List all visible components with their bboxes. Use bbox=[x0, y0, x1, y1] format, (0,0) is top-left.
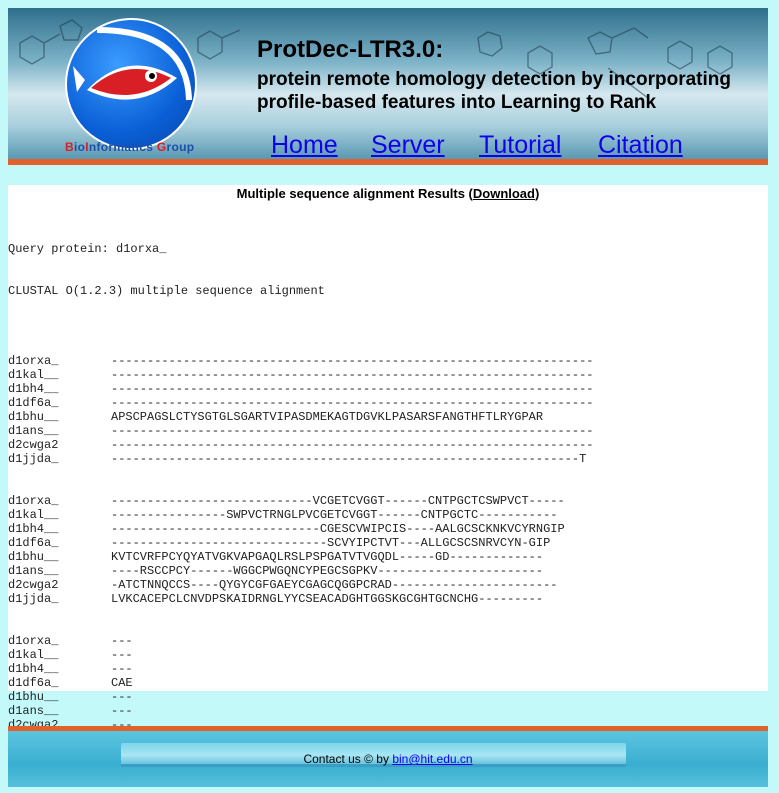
sequence-name: d1kal__ bbox=[8, 648, 59, 662]
query-protein-line: Query protein: d1orxa_ bbox=[8, 242, 167, 256]
sequence-name: d1kal__ bbox=[8, 368, 59, 382]
sequence-name: d1ans__ bbox=[8, 704, 59, 718]
sequence-residues: ----------------SWPVCTRNGLPVCGETCVGGT---… bbox=[111, 508, 558, 522]
sequence-name: d2cwga2 bbox=[8, 578, 59, 592]
sequence-residues: ----------------------------------------… bbox=[111, 382, 594, 396]
nav-tutorial-link[interactable]: Tutorial bbox=[479, 131, 561, 160]
nav-citation-link[interactable]: Citation bbox=[598, 131, 683, 160]
footer: Contact us © by bin@hit.edu.cn bbox=[8, 731, 768, 787]
sequence-residues: --- bbox=[111, 648, 133, 662]
sequence-residues: ----------------------------------------… bbox=[111, 396, 594, 410]
page-subtitle: protein remote homology detection by inc… bbox=[257, 68, 767, 114]
sequence-residues: ----------------------------------------… bbox=[111, 368, 594, 382]
alignment-row: d1kal__ ---------------------------------… bbox=[8, 368, 593, 382]
contact-email-link[interactable]: bin@hit.edu.cn bbox=[392, 752, 472, 766]
sequence-residues: ----------------------------------------… bbox=[111, 354, 594, 368]
alignment-row: d1orxa_ ----------------------------VCGET… bbox=[8, 494, 593, 508]
sequence-residues: CAE bbox=[111, 676, 133, 690]
results-panel: Multiple sequence alignment Results (Dow… bbox=[8, 185, 768, 746]
subtitle-line-1: protein remote homology detection by inc… bbox=[257, 69, 731, 90]
header-accent-bar bbox=[8, 159, 768, 165]
alignment-spacer bbox=[8, 480, 593, 494]
sequence-residues: ----------------------------------------… bbox=[111, 452, 587, 466]
sequence-residues: -----------------------------CGESCVWIPCI… bbox=[111, 522, 565, 536]
sequence-residues: ----------------------------------------… bbox=[111, 424, 594, 438]
sequence-residues: LVKCACEPCLCNVDPSKAIDRNGLYYCSEACADGHTGGSK… bbox=[111, 592, 544, 606]
alignment-spacer bbox=[8, 326, 593, 340]
sequence-name: d1jjda_ bbox=[8, 592, 59, 606]
results-heading: Multiple sequence alignment Results (Dow… bbox=[236, 186, 540, 201]
sequence-name: d2cwga2 bbox=[8, 438, 59, 452]
alignment-row: d1ans__ --- bbox=[8, 704, 593, 718]
alignment-spacer bbox=[8, 340, 593, 354]
logo-caption: BioInformatics Group bbox=[65, 140, 195, 154]
alignment-row: d1df6a_ CAE bbox=[8, 676, 593, 690]
sequence-residues: --- bbox=[111, 662, 133, 676]
page-title: ProtDec-LTR3.0: bbox=[257, 36, 444, 63]
sequence-residues: ------------------------------SCVYIPCTVT… bbox=[111, 536, 551, 550]
alignment-spacer bbox=[8, 606, 593, 620]
alignment-row: d1kal__ ----------------SWPVCTRNGLPVCGETC… bbox=[8, 508, 593, 522]
sequence-name: d1orxa_ bbox=[8, 634, 59, 648]
alignment-row: d1bh4__ ---------------------------------… bbox=[8, 382, 593, 396]
clustal-header-line: CLUSTAL O(1.2.3) multiple sequence align… bbox=[8, 284, 325, 298]
sequence-name: d1df6a_ bbox=[8, 676, 59, 690]
alignment-row: d1orxa_ ---------------------------------… bbox=[8, 354, 593, 368]
sequence-name: d1bh4__ bbox=[8, 382, 59, 396]
fish-icon bbox=[73, 27, 192, 101]
sequence-residues: --- bbox=[111, 704, 133, 718]
alignment-spacer bbox=[8, 620, 593, 634]
sequence-name: d1bhu__ bbox=[8, 550, 59, 564]
alignment-row: d1df6a_ ---------------------------------… bbox=[8, 396, 593, 410]
bioinformatics-group-logo bbox=[65, 18, 197, 150]
alignment-row: d2cwga2 -ATCTNNQCCS----QYGYCGFGAEYCGAGCQG… bbox=[8, 578, 593, 592]
alignment-row: d1jjda_ LVKCACEPCLCNVDPSKAIDRNGLYYCSEACAD… bbox=[8, 592, 593, 606]
header-banner: BioInformatics Group ProtDec-LTR3.0: pro… bbox=[8, 8, 768, 165]
alignment-row: d1bhu__ --- bbox=[8, 690, 593, 704]
download-link[interactable]: Download bbox=[473, 186, 535, 201]
sequence-residues: ----------------------------VCGETCVGGT--… bbox=[111, 494, 565, 508]
alignment-row: d1bh4__ -----------------------------CGES… bbox=[8, 522, 593, 536]
sequence-name: d1bhu__ bbox=[8, 690, 59, 704]
alignment-row: d1kal__ --- bbox=[8, 648, 593, 662]
sequence-name: d1df6a_ bbox=[8, 536, 59, 550]
sequence-name: d1bhu__ bbox=[8, 410, 59, 424]
sequence-name: d1kal__ bbox=[8, 508, 59, 522]
alignment-row: d1bhu__ KVTCVRFPCYQYATVGKVAPGAQLRSLPSPGAT… bbox=[8, 550, 593, 564]
sequence-name: d1jjda_ bbox=[8, 452, 59, 466]
alignment-row: d1df6a_ ------------------------------SCV… bbox=[8, 536, 593, 550]
sequence-name: d1ans__ bbox=[8, 564, 59, 578]
sequence-residues: ----------------------------------------… bbox=[111, 438, 594, 452]
alignment-spacer bbox=[8, 466, 593, 480]
alignment-row: d1bhu__ APSCPAGSLCTYSGTGLSGARTVIPASDMEKAG… bbox=[8, 410, 593, 424]
sequence-residues: --- bbox=[111, 634, 133, 648]
sequence-residues: KVTCVRFPCYQYATVGKVAPGAQLRSLPSPGATVTVGQDL… bbox=[111, 550, 544, 564]
subtitle-line-2: profile-based features into Learning to … bbox=[257, 92, 657, 113]
alignment-row: d1ans__ ---------------------------------… bbox=[8, 424, 593, 438]
alignment-blocks: d1orxa_ ---------------------------------… bbox=[8, 326, 593, 746]
alignment-row: d2cwga2 ---------------------------------… bbox=[8, 438, 593, 452]
sequence-name: d1ans__ bbox=[8, 424, 59, 438]
sequence-name: d1bh4__ bbox=[8, 662, 59, 676]
nav-server-link[interactable]: Server bbox=[371, 131, 445, 160]
alignment-row: d1jjda_ ---------------------------------… bbox=[8, 452, 593, 466]
sequence-name: d1bh4__ bbox=[8, 522, 59, 536]
alignment-row: d1bh4__ --- bbox=[8, 662, 593, 676]
sequence-residues: ----RSCCPCY------WGGCPWGQNCYPEGCSGPKV---… bbox=[111, 564, 544, 578]
sequence-name: d1orxa_ bbox=[8, 494, 59, 508]
footer-contact: Contact us © by bin@hit.edu.cn bbox=[303, 752, 473, 766]
sequence-residues: APSCPAGSLCTYSGTGLSGARTVIPASDMEKAGTDGVKLP… bbox=[111, 410, 544, 424]
sequence-residues: --- bbox=[111, 690, 133, 704]
alignment-row: d1orxa_ --- bbox=[8, 634, 593, 648]
alignment-row: d1ans__ ----RSCCPCY------WGGCPWGQNCYPEGCS… bbox=[8, 564, 593, 578]
sequence-name: d1df6a_ bbox=[8, 396, 59, 410]
sequence-residues: -ATCTNNQCCS----QYGYCGFGAEYCGAGCQGGPCRAD-… bbox=[111, 578, 558, 592]
alignment-output: Query protein: d1orxa_ CLUSTAL O(1.2.3) … bbox=[8, 214, 593, 774]
nav-home-link[interactable]: Home bbox=[271, 131, 338, 160]
sequence-name: d1orxa_ bbox=[8, 354, 59, 368]
